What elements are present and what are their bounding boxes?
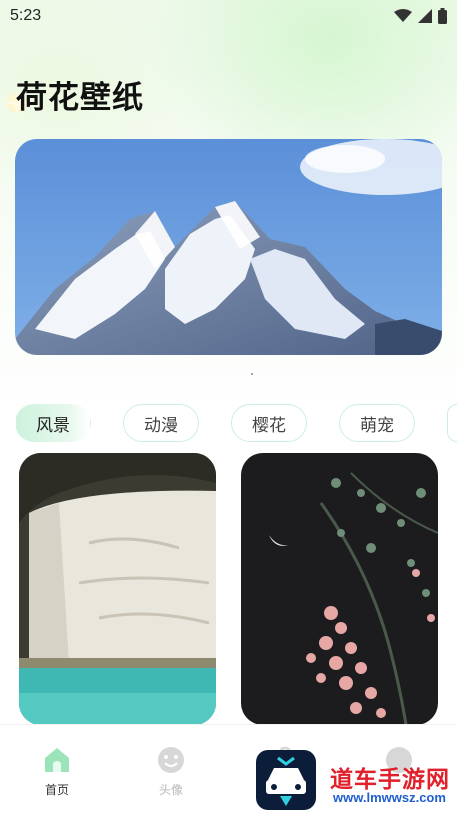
- nav-home[interactable]: 首页: [0, 725, 114, 814]
- banner-image[interactable]: [15, 139, 442, 355]
- wallpaper-card[interactable]: [241, 453, 438, 725]
- tab-sakura[interactable]: 樱花: [231, 404, 307, 442]
- signal-icon: [418, 9, 432, 23]
- nav-home-label: 首页: [44, 783, 69, 797]
- status-bar: 5:23: [0, 0, 457, 32]
- nav-avatar-label: 头像: [158, 783, 183, 797]
- watermark-url: www.lmwwsz.com: [333, 790, 446, 805]
- status-time: 5:23: [10, 7, 42, 24]
- tab-more[interactable]: [447, 404, 457, 442]
- tab-anime[interactable]: 动漫: [123, 404, 199, 442]
- status-icons: [394, 8, 447, 24]
- banner-indicator: [251, 373, 253, 375]
- home-icon: [45, 748, 69, 772]
- watermark-text: 道车手游网: [330, 767, 450, 793]
- wifi-icon: [394, 9, 412, 22]
- smiley-icon: [158, 747, 184, 773]
- tab-landscape[interactable]: 风景: [15, 404, 91, 442]
- battery-icon: [438, 8, 447, 24]
- wallpaper-card[interactable]: [19, 453, 216, 725]
- watermark-logo: [256, 750, 316, 810]
- nav-avatar[interactable]: 头像: [114, 725, 228, 814]
- page-title: 荷花壁纸: [16, 80, 144, 116]
- tab-pets[interactable]: 萌宠: [339, 404, 415, 442]
- category-tabs: 风景 动漫 樱花 萌宠: [15, 404, 457, 442]
